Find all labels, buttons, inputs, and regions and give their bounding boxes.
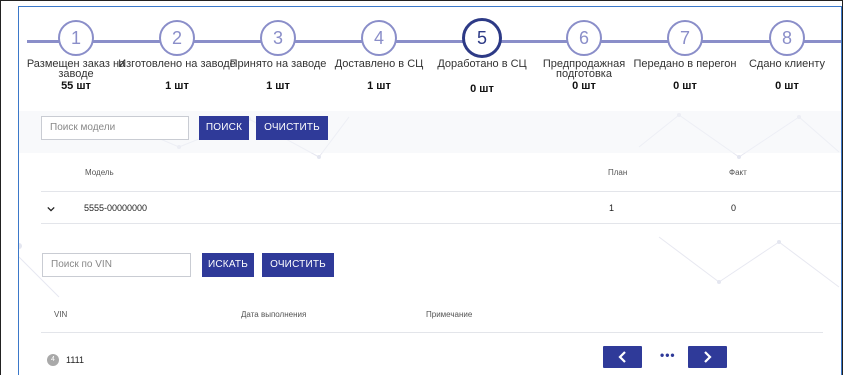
pagination-ellipsis: ••• [660, 348, 676, 362]
column-header-note: Примечание [426, 310, 473, 319]
column-header-plan: План [608, 168, 628, 177]
step-number-circle: 3 [260, 20, 296, 56]
step-4: 4 Доставлено в СЦ 1 шт [319, 20, 439, 92]
model-search-button[interactable]: ПОИСК [199, 116, 249, 140]
fact-value: 0 [731, 203, 737, 213]
divider [41, 191, 841, 192]
step-number-circle: 5 [462, 18, 502, 58]
step-number-circle: 7 [667, 20, 703, 56]
step-label: Сдано клиенту [748, 58, 826, 70]
order-status-panel: 1 Размещен заказ на заводе 55 шт 2 Изгот… [18, 6, 842, 375]
chevron-left-icon [618, 351, 626, 363]
vin-search-button[interactable]: ИСКАТЬ [202, 253, 254, 277]
row-index-badge: 4 [47, 354, 59, 366]
chevron-down-icon[interactable] [47, 205, 55, 213]
column-header-model: Модель [85, 168, 114, 177]
model-search-input[interactable]: Поиск модели [41, 116, 189, 140]
column-header-vin: VIN [54, 310, 68, 319]
plan-value: 1 [609, 203, 615, 213]
model-name: 5555-00000000 [84, 203, 148, 213]
next-page-button[interactable] [688, 346, 727, 368]
step-number-circle: 1 [58, 20, 94, 56]
step-count: 1 шт [367, 80, 391, 92]
step-number-circle: 4 [361, 20, 397, 56]
vin-value: 1111 [66, 355, 85, 365]
step-count: 0 шт [775, 80, 799, 92]
chevron-right-icon [704, 351, 712, 363]
step-number-circle: 2 [159, 20, 195, 56]
step-number-circle: 8 [769, 20, 805, 56]
column-header-fact: Факт [729, 168, 747, 177]
step-number-circle: 6 [566, 20, 602, 56]
divider [41, 332, 823, 333]
divider [41, 223, 841, 224]
vin-search-input[interactable]: Поиск по VIN [42, 253, 191, 277]
previous-page-button[interactable] [603, 346, 642, 368]
model-clear-button[interactable]: ОЧИСТИТЬ [256, 116, 328, 140]
step-label: Доставлено в СЦ [334, 58, 424, 70]
column-header-date: Дата выполнения [241, 310, 307, 319]
vin-clear-button[interactable]: ОЧИСТИТЬ [262, 253, 334, 277]
step-8: 8 Сдано клиенту 0 шт [727, 20, 841, 92]
